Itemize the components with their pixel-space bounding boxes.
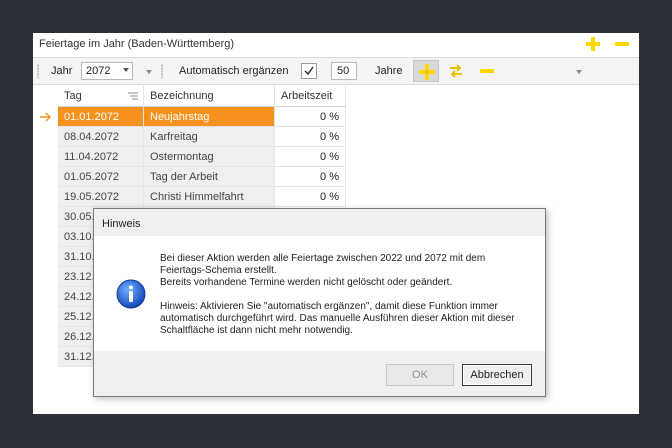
grid-cell-date-text: 11.04.2072 bbox=[64, 151, 119, 163]
grid-cell-name-text: Neujahrstag bbox=[150, 111, 210, 123]
grid-cell-worktime-text: 0 % bbox=[320, 171, 339, 183]
grid-cell-name-text: Karfreitag bbox=[150, 131, 198, 143]
grid-cell-date[interactable]: 19.05.2072 bbox=[58, 187, 144, 207]
panel-title: Feiertage im Jahr (Baden-Württemberg) bbox=[39, 38, 235, 50]
grid-cell-worktime-text: 0 % bbox=[320, 191, 339, 203]
grid-cell-date-text: 01.05.2072 bbox=[64, 171, 120, 183]
grid-cell-name[interactable]: Ostermontag bbox=[144, 147, 275, 167]
grid-cell-date-text: 23.12. bbox=[64, 271, 95, 283]
years-label: Jahre bbox=[375, 65, 403, 77]
column-header-label: Tag bbox=[64, 90, 82, 102]
grid-cell-worktime[interactable]: 0 % bbox=[275, 127, 346, 147]
column-header-worktime[interactable]: Arbeitszeit bbox=[275, 86, 346, 107]
swap-button[interactable] bbox=[443, 60, 469, 82]
panel-header: Feiertage im Jahr (Baden-Württemberg) bbox=[33, 33, 639, 55]
dialog-message-line: Bereits vorhandene Termine werden nicht … bbox=[160, 277, 453, 288]
table-row[interactable]: 01.05.2072 Tag der Arbeit 0 % bbox=[33, 167, 346, 187]
sort-icon bbox=[128, 92, 138, 100]
grid-cell-worktime[interactable]: 0 % bbox=[275, 107, 346, 127]
toolbar-grip[interactable] bbox=[161, 64, 163, 78]
grid-cell-name-text: Christi Himmelfahrt bbox=[150, 191, 244, 203]
grid-cell-date-text: 25.12. bbox=[64, 311, 95, 323]
dialog-message-line: Feiertags-Schema erstellt. bbox=[160, 265, 277, 276]
dialog-body: Bei dieser Aktion werden alle Feiertage … bbox=[94, 236, 545, 351]
toolbar: Jahr 2072 Automatisch ergänzen 50 Jahre bbox=[33, 57, 639, 85]
remove-holidays-button[interactable] bbox=[474, 60, 500, 82]
dialog-hint-line: Hinweis: Aktivieren Sie "automatisch erg… bbox=[160, 301, 498, 312]
grid-cell-name-text: Tag der Arbeit bbox=[150, 171, 218, 183]
grid-cell-date-text: 24.12. bbox=[64, 291, 95, 303]
ok-button[interactable]: OK bbox=[386, 364, 454, 386]
grid-cell-worktime[interactable]: 0 % bbox=[275, 147, 346, 167]
toolbar-overflow-arrow[interactable] bbox=[576, 70, 582, 74]
add-icon[interactable] bbox=[586, 37, 600, 51]
toolbar-overflow-arrow[interactable] bbox=[146, 70, 152, 74]
table-row[interactable]: 01.01.2072 Neujahrstag 0 % bbox=[33, 107, 346, 127]
grid-cell-name[interactable]: Neujahrstag bbox=[144, 107, 275, 127]
grid-cell-name-text: Ostermontag bbox=[150, 151, 214, 163]
dialog-hint-line: Schaltfläche ist dann nicht mehr notwend… bbox=[160, 325, 353, 336]
toolbar-grip[interactable] bbox=[37, 64, 39, 78]
grid-cell-date[interactable]: 01.01.2072 bbox=[58, 107, 144, 127]
grid-cell-date-text: 08.04.2072 bbox=[64, 131, 120, 143]
add-icon bbox=[419, 64, 435, 80]
grid-cell-date[interactable]: 01.05.2072 bbox=[58, 167, 144, 187]
dialog-hint-line: automatisch durchgeführt wird. Das manue… bbox=[160, 313, 515, 324]
year-select-value: 2072 bbox=[86, 65, 111, 77]
remove-icon bbox=[480, 69, 494, 73]
grid-cell-date-text: 31.10. bbox=[64, 251, 95, 263]
checkmark-icon bbox=[304, 66, 314, 76]
grid-cell-name[interactable]: Christi Himmelfahrt bbox=[144, 187, 275, 207]
column-header-label: Arbeitszeit bbox=[281, 90, 333, 102]
grid-cell-date-text: 03.10. bbox=[64, 231, 95, 243]
column-header-label: Bezeichnung bbox=[150, 90, 214, 102]
grid-cell-name[interactable]: Tag der Arbeit bbox=[144, 167, 275, 187]
generate-holidays-button[interactable] bbox=[413, 60, 439, 82]
swap-arrows-icon bbox=[450, 64, 462, 78]
grid-cell-date[interactable]: 08.04.2072 bbox=[58, 127, 144, 147]
grid-cell-worktime-text: 0 % bbox=[320, 131, 339, 143]
table-row[interactable]: 19.05.2072 Christi Himmelfahrt 0 % bbox=[33, 187, 346, 207]
grid-cell-date-text: 30.05. bbox=[64, 211, 95, 223]
year-select[interactable]: 2072 bbox=[81, 62, 133, 80]
years-input-value: 50 bbox=[337, 65, 350, 77]
grid-cell-worktime-text: 0 % bbox=[320, 151, 339, 163]
grid-cell-date-text: 31.12. bbox=[64, 351, 95, 363]
auto-complete-label: Automatisch ergänzen bbox=[179, 65, 289, 77]
column-header-name[interactable]: Bezeichnung bbox=[144, 86, 275, 107]
grid-cell-date-text: 19.05.2072 bbox=[64, 191, 120, 203]
years-input[interactable]: 50 bbox=[331, 62, 357, 80]
grid-cell-date-text: 26.12. bbox=[64, 331, 95, 343]
hint-dialog: Hinweis Bei dieser Aktion werden alle Fe… bbox=[93, 208, 546, 397]
grid-cell-date[interactable]: 11.04.2072 bbox=[58, 147, 144, 167]
row-indicator-arrow-icon bbox=[40, 112, 51, 122]
table-row[interactable]: 11.04.2072 Ostermontag 0 % bbox=[33, 147, 346, 167]
dialog-message-line: Bei dieser Aktion werden alle Feiertage … bbox=[160, 253, 486, 264]
grid-cell-name[interactable]: Karfreitag bbox=[144, 127, 275, 147]
dialog-title: Hinweis bbox=[102, 218, 141, 230]
auto-complete-checkbox[interactable] bbox=[301, 63, 317, 79]
cancel-button[interactable]: Abbrechen bbox=[462, 364, 532, 386]
grid-cell-worktime[interactable]: 0 % bbox=[275, 187, 346, 207]
grid-cell-date-text: 01.01.2072 bbox=[64, 111, 120, 123]
table-row[interactable]: 08.04.2072 Karfreitag 0 % bbox=[33, 127, 346, 147]
grid-cell-worktime[interactable]: 0 % bbox=[275, 167, 346, 187]
year-label: Jahr bbox=[51, 65, 73, 77]
remove-icon[interactable] bbox=[615, 37, 629, 51]
grid-cell-worktime-text: 0 % bbox=[320, 111, 339, 123]
column-header-date[interactable]: Tag bbox=[58, 86, 144, 107]
info-icon bbox=[116, 279, 146, 309]
chevron-down-icon bbox=[123, 68, 129, 72]
